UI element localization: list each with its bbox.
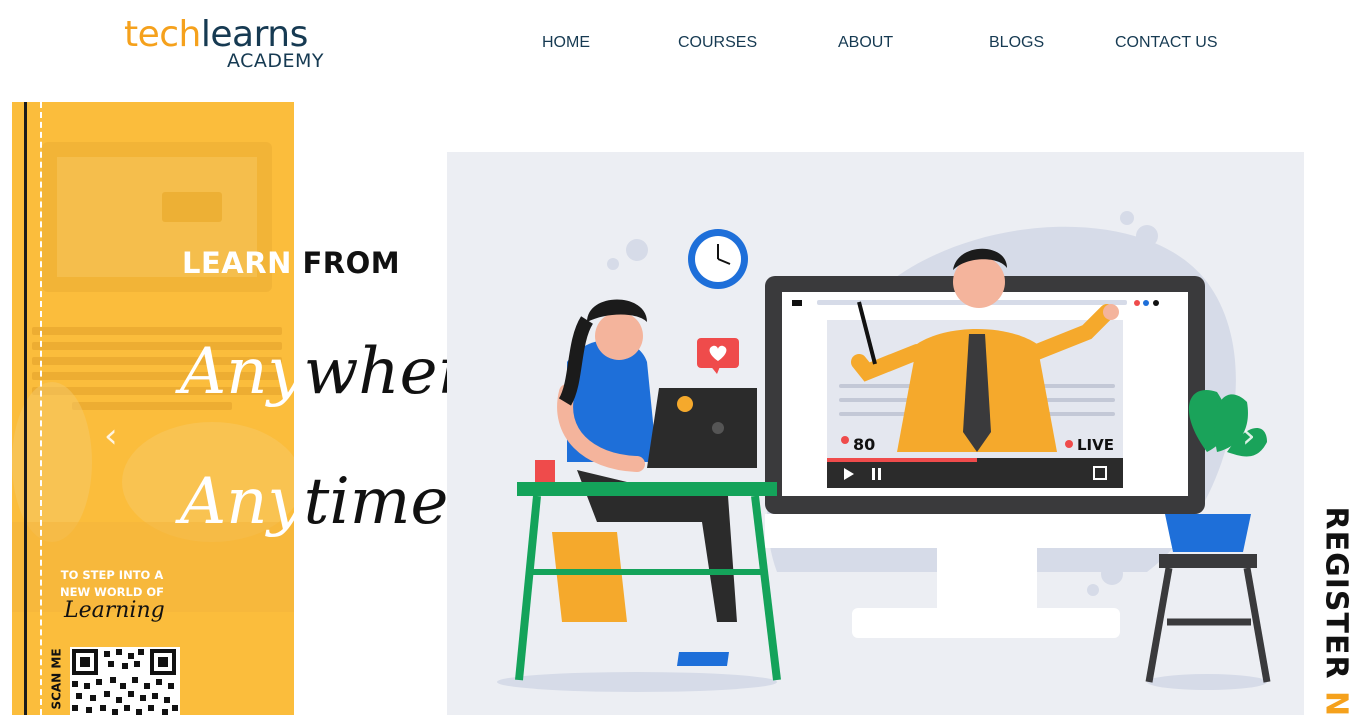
nav-courses[interactable]: COURSES [678,34,757,52]
hero-script-anytime: Anytime [180,462,448,542]
headline-from: FROM [302,246,401,280]
scan-me-label: SCAN ME [50,648,70,718]
illustration-graphic: 80 LIVE [497,211,1271,692]
script-anywhere-white: Any [180,335,304,409]
nav-blogs[interactable]: BLOGS [989,34,1044,52]
live-dot [1065,440,1073,448]
viewer-icon [841,436,849,444]
register-now-text[interactable]: REGISTER NO [1318,506,1354,716]
headline-learn: LEARN [182,246,292,280]
register-word: REGISTER [1318,506,1354,691]
qr-code[interactable] [70,647,180,717]
main-nav: HOME COURSES ABOUT BLOGS CONTACT US [0,34,1359,54]
script-anytime-dark: time [303,465,449,539]
register-now-word: NO [1319,691,1354,715]
heart-bubble-icon [697,338,739,374]
register-now-tab[interactable]: REGISTER NO [1314,495,1354,716]
slider-next-arrow[interactable]: › [1242,416,1256,456]
promo-line-1: TO STEP INTO A [60,568,164,582]
banner-dashed-line [40,102,42,715]
clock-icon [688,229,748,289]
hero-headline: LEARN FROM [182,246,400,280]
online-class-illustration: 80 LIVE [447,152,1304,715]
nav-about[interactable]: ABOUT [838,34,893,52]
live-label: LIVE [1077,436,1114,454]
script-anytime-white: Any [180,465,304,539]
nav-contact-us[interactable]: CONTACT US [1115,34,1218,52]
banner-divider-line [24,102,27,715]
hero-slider: LEARN FROM Anywhere Anytime TO STEP INTO… [0,100,1359,718]
nav-home[interactable]: HOME [542,34,590,52]
promo-script-learning: Learning [64,598,165,623]
viewer-count: 80 [853,435,875,454]
promo-text: TO STEP INTO A NEW WORLD OF [52,567,172,601]
slider-prev-arrow[interactable]: ‹ [104,416,118,456]
scan-me-text: SCAN ME [49,648,64,710]
